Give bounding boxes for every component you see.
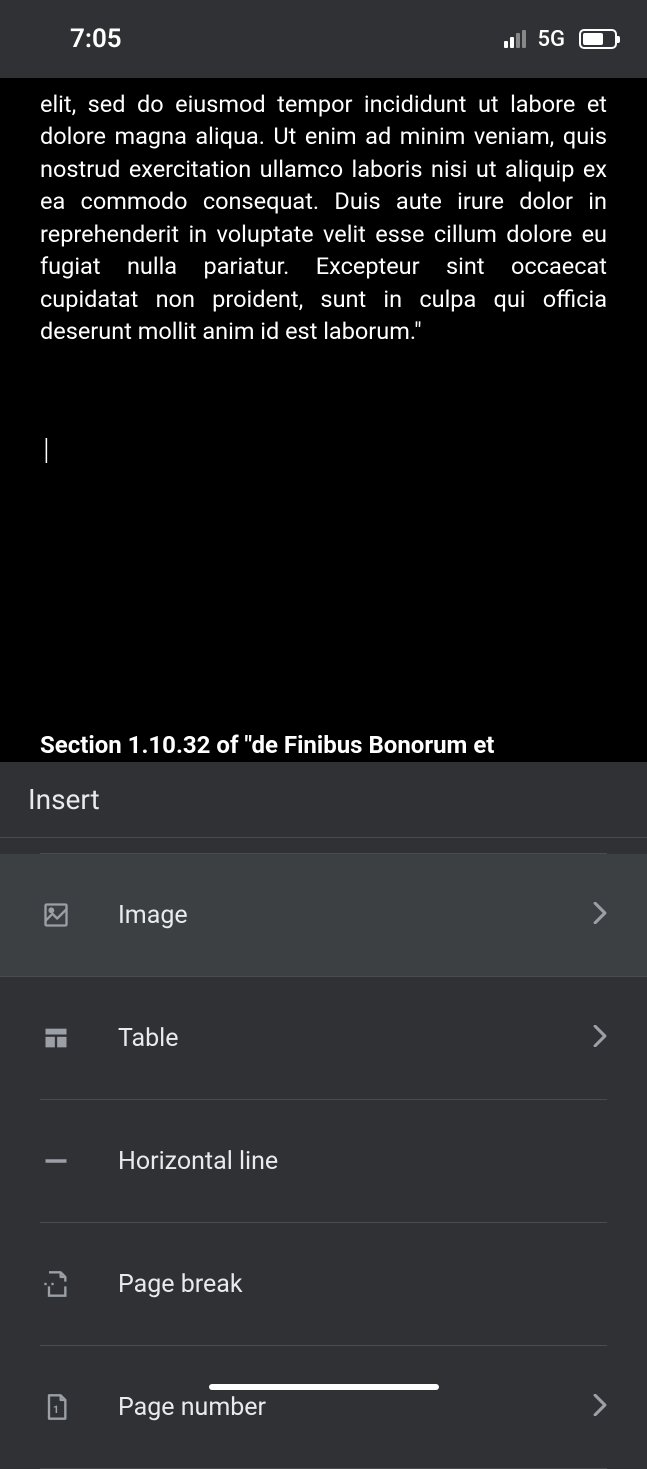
text-cursor: | bbox=[43, 432, 607, 467]
document-body-text[interactable]: elit, sed do eiusmod tempor incididunt u… bbox=[40, 88, 607, 347]
svg-text:1: 1 bbox=[53, 1403, 59, 1416]
partial-row bbox=[40, 838, 607, 854]
status-indicators: 5G bbox=[504, 27, 618, 52]
battery-icon bbox=[579, 29, 617, 49]
page-break-icon bbox=[40, 1268, 72, 1300]
horizontal-line-icon bbox=[40, 1145, 72, 1177]
table-icon bbox=[40, 1022, 72, 1054]
status-time: 7:05 bbox=[70, 24, 122, 54]
chevron-right-icon bbox=[593, 1025, 607, 1051]
menu-item-page-break[interactable]: Page break bbox=[40, 1223, 607, 1346]
menu-item-image[interactable]: Image bbox=[0, 854, 647, 977]
menu-item-horizontal-line[interactable]: Horizontal line bbox=[40, 1100, 607, 1223]
signal-icon bbox=[504, 30, 526, 48]
menu-label: Page number bbox=[118, 1393, 593, 1422]
insert-panel-header: Insert bbox=[0, 762, 647, 838]
chevron-right-icon bbox=[593, 1394, 607, 1420]
home-indicator[interactable] bbox=[209, 1384, 439, 1390]
menu-label: Horizontal line bbox=[118, 1147, 607, 1176]
menu-label: Table bbox=[118, 1024, 593, 1053]
page-number-icon: 1 bbox=[40, 1391, 72, 1423]
image-icon bbox=[40, 899, 72, 931]
menu-label: Page break bbox=[118, 1270, 607, 1299]
menu-label: Image bbox=[118, 901, 593, 930]
menu-item-table[interactable]: Table bbox=[40, 977, 607, 1100]
section-heading[interactable]: Section 1.10.32 of "de Finibus Bonorum e… bbox=[40, 731, 494, 759]
status-bar: 7:05 5G bbox=[0, 0, 647, 78]
menu-item-page-number[interactable]: 1 Page number bbox=[40, 1346, 607, 1469]
panel-title: Insert bbox=[28, 783, 100, 816]
chevron-right-icon bbox=[593, 902, 607, 928]
insert-menu-list: Image Table Horizontal line bbox=[0, 838, 647, 1469]
network-label: 5G bbox=[538, 27, 566, 52]
document-editor[interactable]: elit, sed do eiusmod tempor incididunt u… bbox=[0, 78, 647, 762]
